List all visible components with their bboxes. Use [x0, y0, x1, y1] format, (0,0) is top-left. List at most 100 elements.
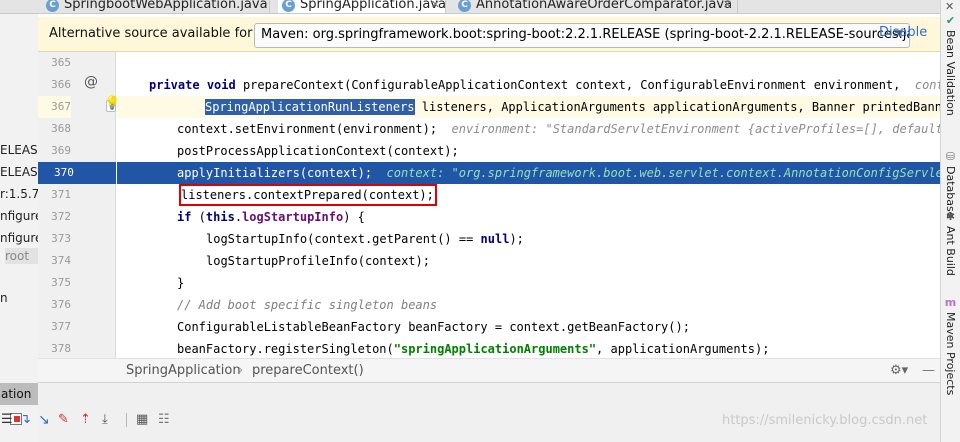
ant-build-tab[interactable]: Ant Build	[944, 226, 957, 276]
inline-debug-hint: environment: "StandardServletEnvironment…	[451, 122, 940, 136]
line-number: 378	[51, 342, 71, 355]
tab-annotation-aware-order-comparator[interactable]: C AnnotationAwareOrderComparator.java ✕	[454, 0, 738, 13]
code-line-366: private void prepareContext(Configurable…	[117, 74, 940, 96]
debug-tool-window: ☰ ↴ ↘ ✎ ⇡ ⤓ ▦ ☷	[1, 382, 940, 442]
toolbar-divider	[126, 413, 127, 427]
line-number: 375	[51, 276, 71, 289]
selected-identifier: SpringApplicationRunListeners	[205, 99, 415, 115]
tab-label: AnnotationAwareOrderComparator.java	[476, 0, 733, 12]
line-number: 373	[51, 232, 71, 245]
maven-projects-tab[interactable]: Maven Projects	[944, 312, 957, 395]
step-over-button[interactable]: ↘	[38, 412, 50, 428]
close-icon[interactable]: ✕	[723, 0, 732, 13]
code-line-378: beanFactory.registerSingleton("springApp…	[117, 338, 940, 358]
code-comment: // Add boot specific singleton beans	[177, 298, 438, 312]
code-text: .	[234, 210, 243, 224]
breadcrumb: SpringApplication › prepareContext() ⚙▾ …	[38, 358, 940, 382]
ant-icon: ✱	[945, 210, 956, 223]
code-text: , applicationArguments);	[596, 342, 770, 356]
line-number-current-execution: 370	[38, 162, 116, 184]
maven-icon: m	[944, 296, 957, 309]
layout-icon[interactable]: ☰	[1, 412, 13, 427]
line-number: 368	[51, 122, 71, 135]
code-text: postProcessApplicationContext(context);	[177, 144, 459, 158]
annotation-at-icon[interactable]: @	[84, 74, 98, 90]
code-text: prepareContext(ConfigurableApplicationCo…	[235, 78, 915, 92]
step-over-icon[interactable]: ↴	[20, 412, 31, 427]
code-line-375: }	[117, 272, 940, 294]
line-number: 374	[51, 254, 71, 267]
close-icon[interactable]: ✕	[431, 0, 440, 13]
code-line-374: logStartupProfileInfo(context);	[117, 250, 940, 272]
keyword: void	[206, 78, 236, 92]
code-line-369: postProcessApplicationContext(context);	[117, 140, 940, 162]
code-line-376: // Add boot specific singleton beans	[117, 294, 940, 316]
code-text: ConfigurableListableBeanFactory beanFact…	[177, 320, 690, 334]
step-into-button[interactable]: ✎	[58, 412, 69, 427]
tab-spring-application[interactable]: C SpringApplication.java ✕	[278, 0, 446, 13]
code-text: beanFactory.registerSingleton(	[177, 342, 394, 356]
disable-link[interactable]: Disable	[879, 25, 927, 40]
editor-tab-bar: C SpringbootWebApplication.java C Spring…	[0, 0, 940, 14]
trace-button[interactable]: ☷	[158, 412, 170, 427]
breadcrumb-method[interactable]: prepareContext()	[252, 363, 364, 378]
tab-label: SpringApplication.java	[300, 0, 446, 12]
code-text: (	[191, 210, 206, 224]
line-number: 369	[51, 144, 71, 157]
keyword: if	[177, 210, 192, 224]
keyword: null	[480, 232, 510, 246]
close-icon[interactable]: ✕	[945, 0, 954, 13]
code-text: logStartupInfo(context.getParent() ==	[206, 232, 481, 246]
code-line-377: ConfigurableListableBeanFactory beanFact…	[117, 316, 940, 338]
code-text: logStartupProfileInfo(context);	[206, 254, 430, 268]
gear-icon[interactable]: ⚙▾	[890, 363, 908, 378]
code-line-368: context.setEnvironment(environment); env…	[117, 118, 940, 140]
code-line-372: if (this.logStartupInfo) {	[117, 206, 940, 228]
tab-label: SpringbootWebApplication.java	[64, 0, 268, 12]
line-number: 371	[51, 188, 71, 201]
code-text: listeners, ApplicationArguments applicat…	[414, 100, 940, 114]
debug-tab[interactable]: ation	[0, 383, 38, 405]
inline-debug-hint: conte	[914, 78, 940, 92]
line-number: 365	[51, 56, 71, 69]
project-tree-item[interactable]: r:1.5.7.	[0, 186, 38, 202]
tab-springboot-web-application[interactable]: C SpringbootWebApplication.java	[42, 0, 270, 13]
bean-validation-tab[interactable]: Bean Validation	[944, 30, 957, 116]
alternative-source-notification: Alternative source available for t... Ma…	[38, 17, 940, 52]
line-number: 377	[51, 320, 71, 333]
java-class-icon: C	[282, 0, 295, 12]
source-select-value: Maven: org.springframework.boot:spring-b…	[261, 27, 910, 42]
code-text: ) {	[343, 210, 365, 224]
watermark: https://smilenicky.blog.csdn.net	[722, 413, 928, 428]
step-out-button[interactable]: ⇡	[80, 412, 91, 427]
minimize-icon[interactable]: —	[922, 363, 935, 378]
code-line-370-execution-point: applyInitializers(context); context: "or…	[117, 162, 940, 184]
code-line-367: SpringApplicationRunListeners listeners,…	[117, 96, 940, 118]
breadcrumb-separator: ›	[238, 363, 244, 378]
source-select[interactable]: Maven: org.springframework.boot:spring-b…	[254, 23, 910, 48]
project-tree-item[interactable]: ELEASE	[0, 142, 38, 158]
breadcrumb-class[interactable]: SpringApplication	[126, 363, 241, 378]
code-text: }	[177, 276, 185, 290]
project-tree-item[interactable]: ELEASE	[0, 164, 38, 180]
code-text: context.setEnvironment(environment);	[177, 122, 452, 136]
editor-gutter[interactable]: 365 366 367 368 369 370 371 372 373 374 …	[38, 52, 120, 358]
java-class-icon: C	[458, 0, 471, 12]
notification-text: Alternative source available for t...	[49, 26, 275, 41]
project-tree-item[interactable]: n	[0, 290, 8, 306]
right-tool-strip: ✕ ✔ Bean Validation ⛁ Database ✱ Ant Bui…	[940, 0, 960, 442]
line-number: 367	[38, 96, 71, 118]
project-tree-item-root[interactable]: root	[5, 248, 38, 264]
red-highlight-box	[179, 184, 437, 206]
project-tree-item[interactable]: nfigure	[0, 208, 38, 224]
string-literal: "springApplicationArguments"	[393, 342, 597, 356]
evaluate-expression-button[interactable]: ▦	[136, 412, 148, 427]
code-text: applyInitializers(context);	[177, 166, 387, 180]
line-number: 366	[51, 78, 71, 91]
project-tree-item[interactable]: nfigure	[0, 230, 38, 246]
field-name: logStartupInfo	[242, 210, 344, 224]
code-line-373: logStartupInfo(context.getParent() == nu…	[117, 228, 940, 250]
bean-validation-icon: ✔	[945, 14, 956, 27]
run-to-cursor-button[interactable]: ⤓	[102, 412, 108, 427]
line-number: 372	[51, 210, 71, 223]
